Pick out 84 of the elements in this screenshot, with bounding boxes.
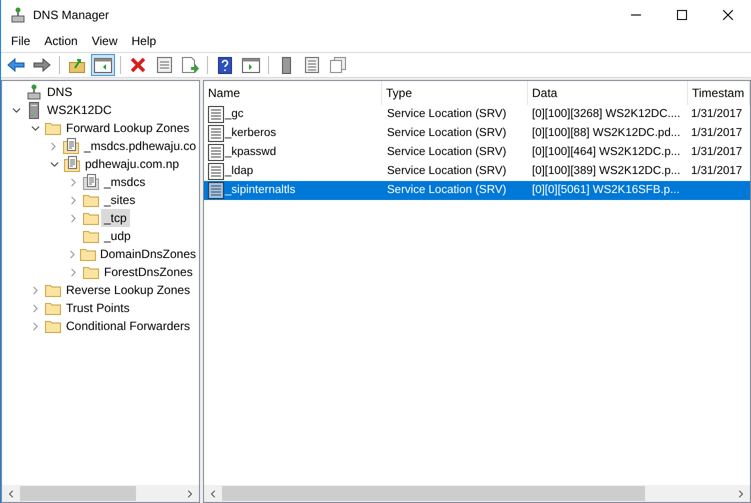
menu-item[interactable]: Help	[126, 32, 162, 50]
table-cell: Service Location (SRV)	[387, 164, 506, 177]
tree-item[interactable]: ForestDnsZones	[101, 263, 196, 281]
folder-up-icon	[68, 57, 86, 73]
folder-icon	[80, 247, 96, 261]
table-cell-text: _ldap	[225, 164, 254, 179]
table-cell: Service Location (SRV)	[387, 108, 506, 120]
pane-icon	[242, 58, 260, 72]
table-cell: [0][100][3268] WS2K12DC....	[532, 108, 680, 120]
tree-item[interactable]: _msdcs.pdhewaju.co	[80, 137, 199, 155]
record-icon	[208, 106, 224, 123]
server-icon	[282, 56, 290, 74]
tree-item[interactable]: Conditional Forwarders	[63, 317, 194, 335]
menu-item[interactable]: File	[5, 32, 36, 50]
network-icon	[11, 7, 25, 23]
table-cell: [0][100][464] WS2K12DC.p...	[532, 146, 680, 158]
column-header[interactable]: Name	[204, 81, 382, 105]
table-cell-text: _gc	[225, 106, 244, 122]
table-cell: Service Location (SRV)	[387, 126, 506, 139]
delete-icon	[130, 57, 146, 73]
copy-icon	[330, 57, 346, 73]
table-cell: [0][0][5061] WS2K16SFB.p...	[532, 184, 680, 196]
help-icon	[218, 56, 232, 74]
folder-icon	[83, 211, 99, 225]
table-row[interactable]: _kpasswd Service Location (SRV) [0][100][464] WS2K12DC.p... 1/31/2017	[204, 143, 750, 162]
maximize-icon	[677, 10, 687, 20]
properties-icon	[156, 57, 172, 73]
table-cell: 1/31/2017	[691, 164, 742, 177]
folder-icon	[45, 121, 61, 135]
record-icon	[208, 163, 224, 180]
tree-item[interactable]: DomainDnsZones	[96, 245, 199, 263]
folder-icon	[45, 283, 61, 297]
forward-arrow-icon	[33, 58, 51, 72]
table-cell: 1/31/2017	[691, 126, 742, 139]
column-header[interactable]: Timestam	[688, 81, 750, 105]
tree-item[interactable]: Trust Points	[63, 299, 133, 317]
list-icon	[305, 57, 319, 73]
menu-item[interactable]: View	[86, 32, 124, 50]
folder-icon	[83, 265, 99, 279]
table-cell: 1/31/2017	[691, 108, 742, 120]
table-cell-text: _kerberos	[225, 126, 276, 141]
record-icon	[208, 144, 224, 161]
tree-item[interactable]: _tcp	[101, 209, 130, 227]
table-cell: [0][100][389] WS2K12DC.p...	[532, 164, 680, 177]
folder-icon	[83, 193, 99, 207]
tree-item[interactable]: pdhewaju.com.np	[82, 155, 182, 173]
zone-icon	[64, 156, 80, 172]
tree-item[interactable]: _sites	[101, 191, 138, 209]
record-icon	[208, 125, 224, 142]
tree-item[interactable]: _msdcs	[101, 173, 148, 191]
table-cell-text: _sipinternaltls	[225, 182, 296, 198]
table-row[interactable]: _kerberos Service Location (SRV) [0][100][88] WS2K12DC.pd... 1/31/2017	[204, 124, 750, 143]
folder-icon	[45, 319, 61, 333]
table-cell: [0][100][88] WS2K12DC.pd...	[532, 126, 680, 139]
tree-item[interactable]: WS2K12DC	[44, 101, 115, 119]
toolbar-button[interactable]	[91, 54, 115, 76]
table-row[interactable]: _ldap Service Location (SRV) [0][100][389] WS2K12DC.p... 1/31/2017	[204, 162, 750, 181]
menu-item[interactable]: Action	[38, 32, 84, 50]
table-row[interactable]: _gc Service Location (SRV) [0][100][3268] WS2K12DC.... 1/31/2017	[204, 105, 750, 124]
record-icon	[208, 182, 224, 199]
back-arrow-icon	[7, 58, 25, 72]
table-cell: Service Location (SRV)	[387, 184, 506, 196]
zone-icon	[63, 138, 80, 154]
server-icon	[29, 102, 39, 118]
folder-icon	[83, 229, 99, 243]
tree-item[interactable]: Reverse Lookup Zones	[63, 281, 194, 299]
zone-icon	[83, 174, 99, 190]
tree-pane-icon	[94, 58, 112, 72]
tree-item[interactable]: _udp	[101, 227, 134, 245]
tree-item[interactable]: DNS	[44, 83, 76, 101]
column-header[interactable]: Data	[528, 81, 688, 105]
table-cell-text: _kpasswd	[225, 144, 276, 160]
scrollbar-thumb[interactable]	[222, 486, 646, 501]
window-title: DNS Manager	[33, 7, 110, 24]
table-cell: 1/31/2017	[691, 146, 742, 158]
scrollbar-thumb[interactable]	[20, 486, 136, 501]
column-header[interactable]: Type	[382, 81, 528, 105]
table-row[interactable]: _sipinternaltls Service Location (SRV) [0][0][5061] WS2K16SFB.p...	[204, 181, 750, 200]
network-icon	[27, 84, 41, 100]
close-icon	[723, 10, 733, 20]
export-list-icon	[182, 57, 198, 73]
table-cell: Service Location (SRV)	[387, 146, 506, 158]
tree-item[interactable]: Forward Lookup Zones	[63, 119, 192, 137]
folder-icon	[45, 301, 61, 315]
